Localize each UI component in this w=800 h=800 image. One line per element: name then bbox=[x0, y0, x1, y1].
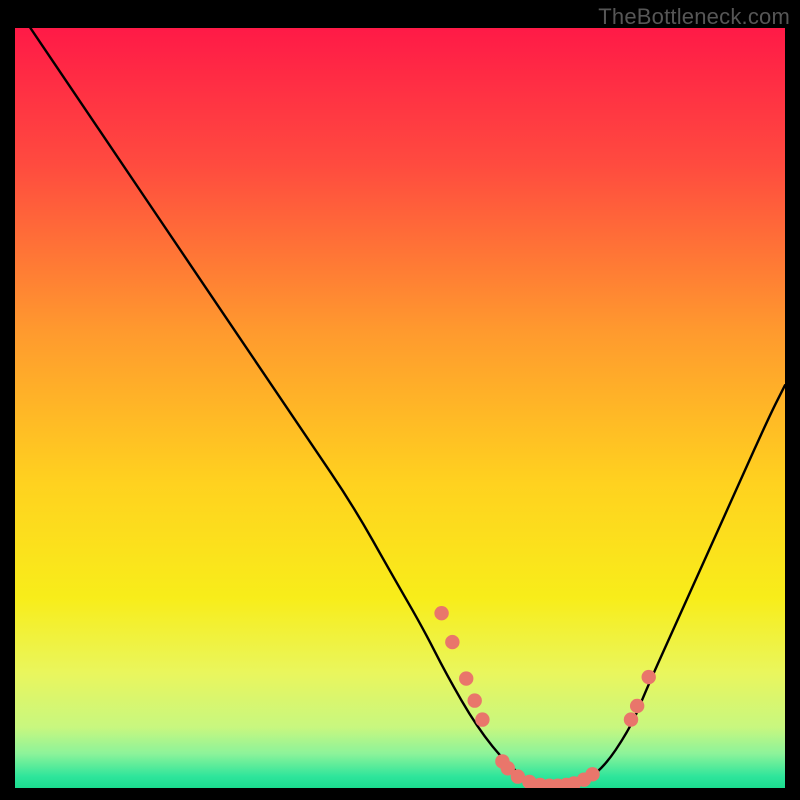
bottleneck-chart bbox=[0, 0, 800, 800]
data-point bbox=[630, 699, 644, 713]
chart-stage: TheBottleneck.com bbox=[0, 0, 800, 800]
watermark-label: TheBottleneck.com bbox=[598, 4, 790, 30]
data-point bbox=[475, 712, 489, 726]
data-point bbox=[434, 606, 448, 620]
data-point bbox=[467, 693, 481, 707]
data-point bbox=[585, 767, 599, 781]
data-point bbox=[624, 712, 638, 726]
data-point bbox=[445, 635, 459, 649]
data-point bbox=[642, 670, 656, 684]
gradient-background bbox=[15, 28, 785, 788]
data-point bbox=[459, 671, 473, 685]
